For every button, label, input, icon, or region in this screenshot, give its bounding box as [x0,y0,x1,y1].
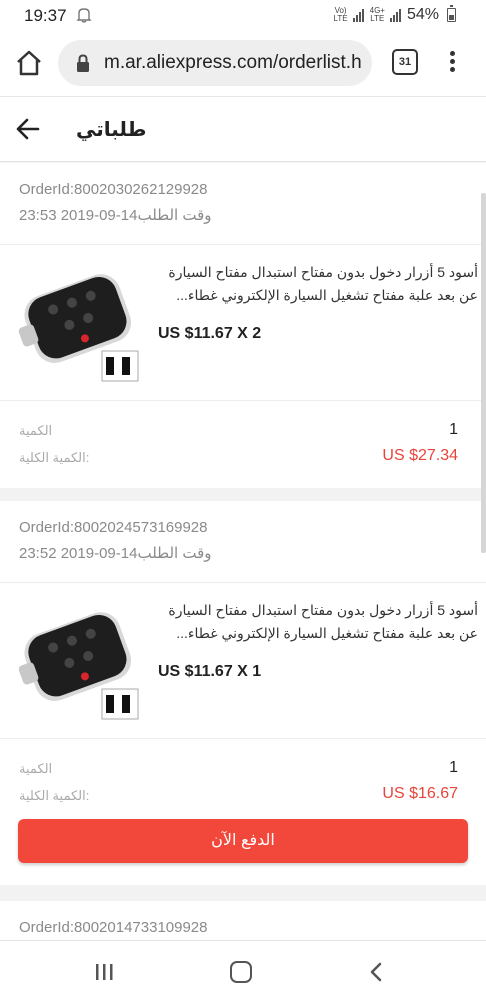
car-key-product-image[interactable] [14,603,142,721]
status-bar: 19:37 Vo) LTE 4G+ LTE 54% [0,0,486,32]
order-time: وقت الطلب14-09-2019 23:52 [19,545,212,562]
order-card: OrderId:8002030262129928 وقت الطلب14-09-… [0,163,486,488]
total-label: الكمية الكلية: [19,450,90,465]
status-indicators: Vo) LTE 4G+ LTE 54% [333,5,456,24]
product-price: US $11.67 X 1 [158,663,262,680]
product-title[interactable]: أسود 5 أزرار دخول بدون مفتاح استبدال مفت… [152,599,478,645]
volte-indicator: Vo) LTE [333,6,348,23]
order-card: OrderId:8002024573169928 وقت الطلب14-09-… [0,501,486,885]
total-value: US $16.67 [382,785,458,802]
total-value: US $27.34 [382,447,458,464]
order-id: OrderId:8002024573169928 [19,519,208,536]
page-header: طلباتي [0,96,486,162]
signal-icon-2 [389,9,401,22]
order-summary: الكمية الكمية الكلية: 1 US $16.67 [0,739,486,819]
notification-icon [76,8,92,23]
pay-now-button[interactable]: الدفع الآن [18,819,468,863]
product-title[interactable]: أسود 5 أزرار دخول بدون مفتاح استبدال مفت… [152,261,478,307]
car-key-product-image[interactable] [14,265,142,383]
home-icon[interactable] [14,48,44,78]
4g-indicator: 4G+ LTE [369,6,385,23]
recent-apps-icon[interactable] [94,963,114,981]
more-vert-icon[interactable] [444,48,460,78]
battery-percent: 54% [406,6,439,23]
quantity-label: الكمية [19,761,53,776]
order-summary: الكمية الكمية الكلية: 1 US $27.34 [0,401,486,481]
order-time: وقت الطلب14-09-2019 23:53 [19,207,212,224]
tab-switcher-button[interactable]: 31 [392,49,418,75]
arrow-back-icon[interactable] [14,115,42,143]
status-time: 19:37 [24,6,67,25]
order-header: OrderId:8002024573169928 وقت الطلب14-09-… [0,501,486,583]
address-bar[interactable]: m.ar.aliexpress.com/orderlist.h [58,40,372,86]
order-header: OrderId:8002014733109928 [0,901,486,940]
order-card: OrderId:8002014733109928 [0,901,486,940]
page-title: طلباتي [76,119,147,141]
lock-icon [77,54,89,72]
order-id: OrderId:8002030262129928 [19,181,208,198]
browser-toolbar: m.ar.aliexpress.com/orderlist.h 31 [0,32,486,96]
order-id: OrderId:8002014733109928 [19,919,208,936]
total-label: الكمية الكلية: [19,788,90,803]
quantity-value: 1 [449,759,458,776]
product-price: US $11.67 X 2 [158,325,262,342]
system-nav-bar [0,940,486,1000]
back-nav-icon[interactable] [366,961,386,983]
quantity-value: 1 [449,421,458,438]
battery-icon [447,5,456,22]
signal-icon [352,9,364,22]
url-text: m.ar.aliexpress.com/orderlist.h [104,52,362,73]
home-nav-icon[interactable] [230,961,252,983]
order-header: OrderId:8002030262129928 وقت الطلب14-09-… [0,163,486,245]
order-list[interactable]: OrderId:8002030262129928 وقت الطلب14-09-… [0,163,486,940]
product-item[interactable]: أسود 5 أزرار دخول بدون مفتاح استبدال مفت… [0,245,486,401]
scrollbar[interactable] [481,193,486,553]
quantity-label: الكمية [19,423,53,438]
product-item[interactable]: أسود 5 أزرار دخول بدون مفتاح استبدال مفت… [0,583,486,739]
